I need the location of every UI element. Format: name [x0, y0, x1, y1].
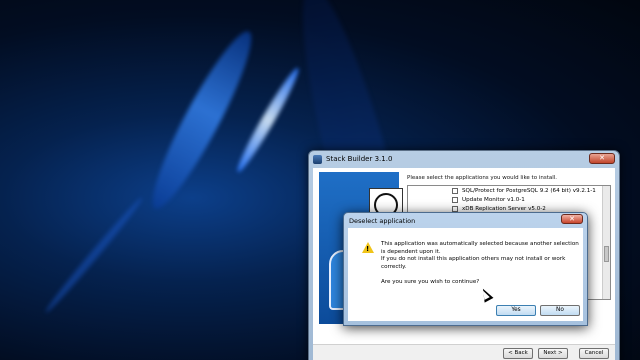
checkbox[interactable] — [452, 196, 458, 203]
wallpaper-streak — [42, 194, 146, 316]
dialog-message: This application was automatically selec… — [381, 241, 581, 287]
checkbox[interactable] — [452, 205, 458, 212]
prompt-text: Please select the applications you would… — [407, 175, 558, 181]
button-bar: < Back Next > Cancel — [313, 344, 615, 360]
window-close-button[interactable]: ✕ — [589, 153, 615, 164]
no-button[interactable]: No — [540, 305, 580, 316]
warning-icon-mark: ! — [366, 245, 370, 253]
tree-item-label: Update Monitor v1.0-1 — [462, 196, 525, 203]
scrollbar-thumb[interactable] — [604, 246, 609, 262]
wallpaper-streak — [140, 23, 264, 217]
window-titlebar[interactable]: Stack Builder 3.1.0 ✕ — [309, 151, 619, 167]
checkbox[interactable] — [452, 187, 458, 194]
app-icon — [313, 154, 322, 164]
dialog-body: ! This application was automatically sel… — [348, 228, 583, 321]
yes-button[interactable]: Yes — [496, 305, 536, 316]
next-button[interactable]: Next > — [538, 348, 568, 359]
dialog-title: Deselect application — [349, 216, 416, 225]
dialog-close-button[interactable]: ✕ — [561, 214, 583, 224]
tree-item-label: xDB Replication Server v5.0-2 — [462, 205, 546, 212]
tree-item[interactable]: SQL/Protect for PostgreSQL 9.2 (64 bit) … — [408, 186, 610, 195]
tree-item-label: SQL/Protect for PostgreSQL 9.2 (64 bit) … — [462, 187, 596, 194]
window-title: Stack Builder 3.1.0 — [326, 155, 393, 163]
wallpaper-streak — [232, 65, 304, 175]
cancel-button[interactable]: Cancel — [579, 348, 609, 359]
message-line: This application was automatically selec… — [381, 241, 579, 255]
tree-scrollbar[interactable] — [602, 186, 610, 299]
message-line: If you do not install this application o… — [381, 256, 566, 270]
back-button[interactable]: < Back — [503, 348, 533, 359]
tree-item[interactable]: Update Monitor v1.0-1 — [408, 195, 610, 204]
question-text: Are you sure you wish to continue? — [381, 279, 480, 285]
dialog-titlebar[interactable]: Deselect application ✕ — [344, 213, 587, 228]
deselect-dialog: Deselect application ✕ ! This applicatio… — [343, 212, 588, 326]
